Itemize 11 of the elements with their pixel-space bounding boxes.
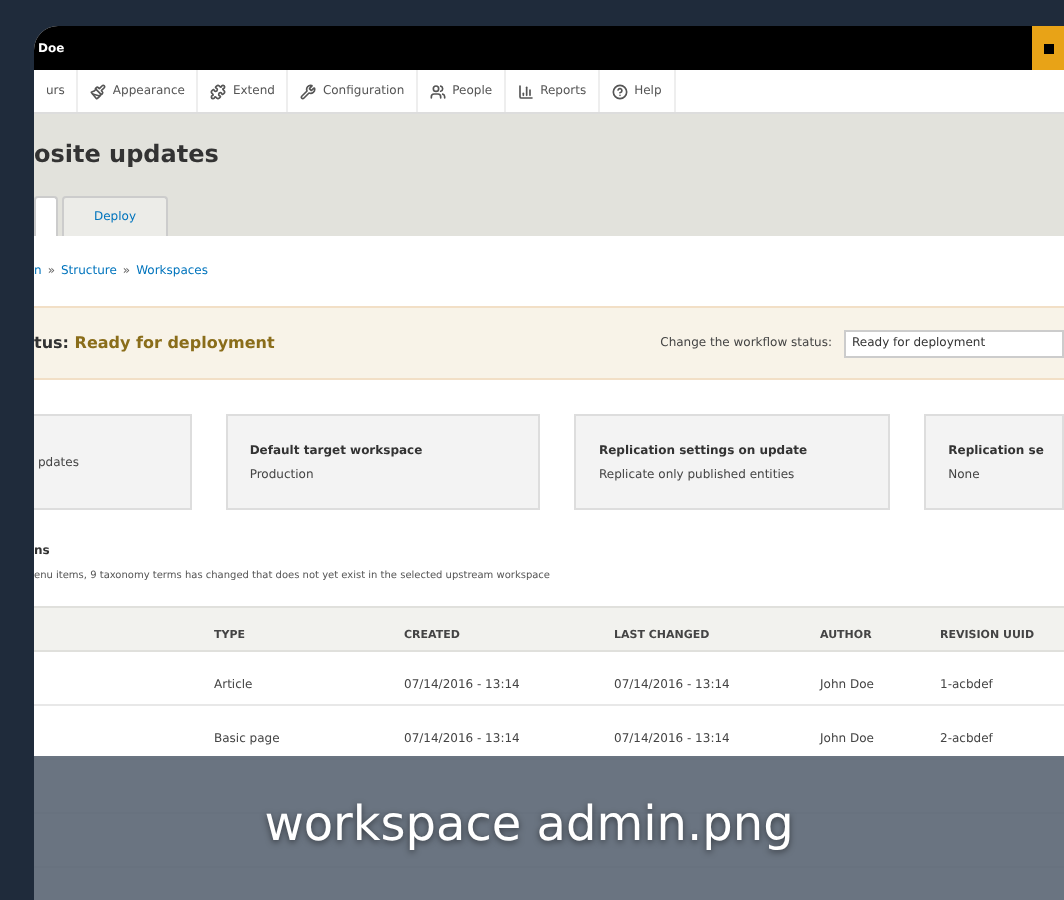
- page-title: osite updates: [34, 138, 221, 172]
- brush-icon: [90, 83, 107, 99]
- bar-chart-icon: [518, 83, 535, 99]
- help-icon: [612, 83, 629, 99]
- toolbar-toggle-button[interactable]: [1032, 26, 1064, 70]
- file-name-caption: workspace admin.png: [264, 794, 794, 856]
- people-icon: [430, 83, 447, 99]
- wrench-icon: [300, 83, 317, 99]
- square-icon: [1043, 43, 1053, 53]
- workflow-status: tus: Ready for deployment: [34, 331, 275, 355]
- puzzle-icon: [210, 83, 227, 99]
